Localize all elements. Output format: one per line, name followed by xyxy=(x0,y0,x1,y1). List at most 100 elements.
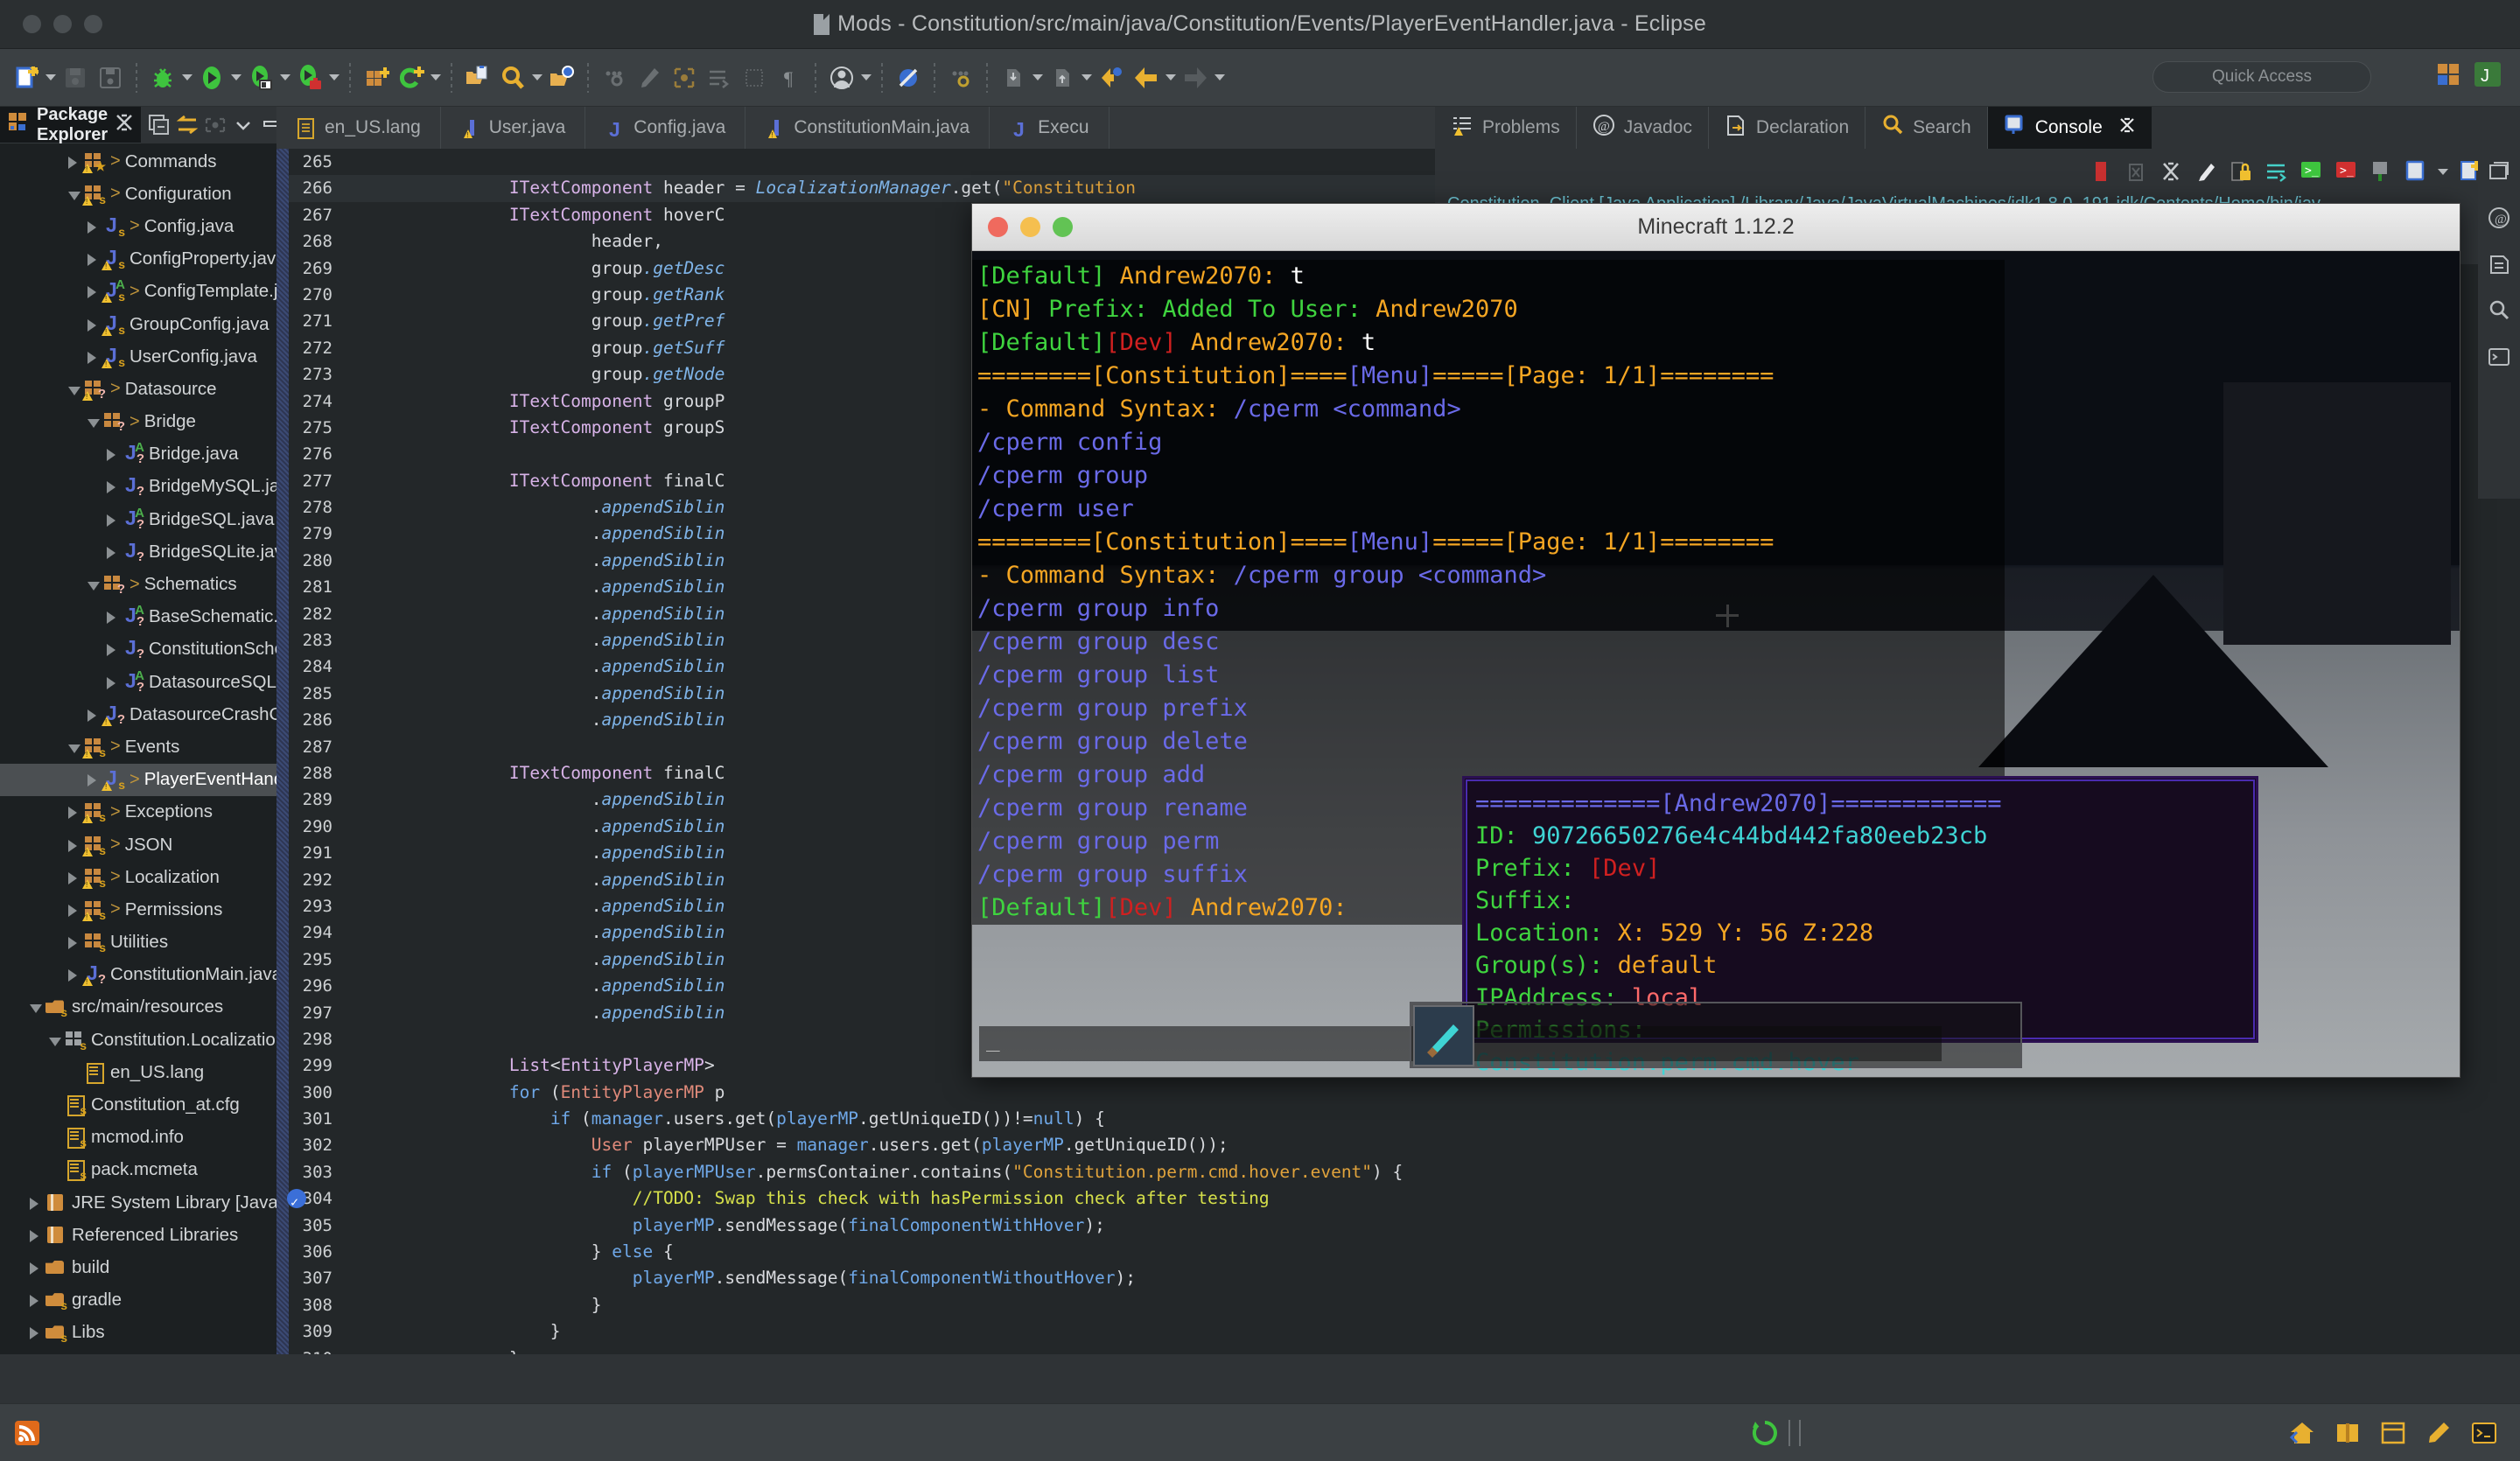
tree-row[interactable]: sUserConfig.java xyxy=(0,340,276,373)
tree-row-selected[interactable]: s>PlayerEventHandler.java xyxy=(0,764,276,796)
last-edit-location-button[interactable] xyxy=(597,59,632,96)
open-book-icon[interactable] xyxy=(2333,1418,2362,1448)
new-file-dropdown[interactable] xyxy=(44,59,58,96)
tree-twisty-r-icon[interactable] xyxy=(107,481,117,492)
tree-row[interactable]: As>ConfigTemplate.java xyxy=(0,276,276,308)
tree-row[interactable]: s>Configuration xyxy=(0,178,276,210)
editor-tab-execu[interactable]: JExecu xyxy=(990,107,1109,149)
code-line[interactable]: 303 if (playerMPUser.permsContainer.cont… xyxy=(289,1159,2520,1185)
view-tab-declaration[interactable]: Declaration xyxy=(1709,107,1866,149)
tree-twisty-r-icon[interactable] xyxy=(68,969,79,980)
console-toolbar[interactable]: >_ >_ xyxy=(1435,149,2520,194)
tree-row[interactable]: sConfigProperty.java xyxy=(0,243,276,276)
view-tab-bar[interactable]: Problems@JavadocDeclarationSearchConsole xyxy=(1435,107,2520,149)
tree-row[interactable]: sConstitution_at.cfg xyxy=(0,1088,276,1121)
tree-twisty-r-icon[interactable] xyxy=(30,1230,40,1241)
tree-row[interactable]: s>Config.java xyxy=(0,210,276,242)
run-button[interactable] xyxy=(194,59,229,96)
remove-all-icon[interactable] xyxy=(2156,157,2186,186)
view-tab-problems[interactable]: Problems xyxy=(1435,107,1577,149)
package-explorer-panel[interactable]: Package Explorer xyxy=(0,107,276,1354)
tree-row[interactable]: ?DatasourceCrashCallable.java xyxy=(0,698,276,730)
user-icon[interactable] xyxy=(824,59,859,96)
editor-tab-user-java[interactable]: !User.java xyxy=(441,107,586,149)
restore-view-icon[interactable] xyxy=(2487,159,2511,188)
run-dropdown[interactable] xyxy=(229,59,243,96)
tree-row[interactable]: A?BaseSchematic.java xyxy=(0,601,276,633)
run-external-dropdown[interactable] xyxy=(278,59,292,96)
tree-row[interactable]: ?BridgeMySQL.java xyxy=(0,471,276,503)
tree-row[interactable]: A?DatasourceSQL.java xyxy=(0,666,276,698)
tree-twisty-r-icon[interactable] xyxy=(107,514,117,525)
search-dropdown[interactable] xyxy=(530,59,544,96)
tree-row[interactable]: ?ConstitutionMain.java xyxy=(0,959,276,991)
open-task-button[interactable] xyxy=(544,59,579,96)
pencil-icon[interactable] xyxy=(632,59,667,96)
tree-twisty-d-icon[interactable] xyxy=(49,1035,60,1045)
eclipse-toolbar[interactable]: ¶ Quick A xyxy=(0,49,2520,107)
debug-button[interactable] xyxy=(145,59,180,96)
tree-twisty-none-icon[interactable] xyxy=(49,1164,60,1175)
status-bar[interactable] xyxy=(0,1403,2520,1461)
prev-annotation-dropdown[interactable] xyxy=(1080,59,1094,96)
code-line[interactable]: 304 //TODO: Swap this check with hasPerm… xyxy=(289,1185,2520,1212)
tree-twisty-r-icon[interactable] xyxy=(107,644,117,654)
tree-twisty-r-icon[interactable] xyxy=(30,1295,40,1305)
tree-twisty-d-icon[interactable] xyxy=(68,189,79,199)
search-button[interactable] xyxy=(495,59,530,96)
java-perspective-button[interactable]: J xyxy=(2473,59,2502,89)
user-dropdown[interactable] xyxy=(859,59,873,96)
tree-twisty-r-icon[interactable] xyxy=(88,221,98,232)
tree-row[interactable]: s>Events xyxy=(0,730,276,763)
tree-twisty-r-icon[interactable] xyxy=(68,840,79,850)
new-java-class-dropdown[interactable] xyxy=(429,59,443,96)
tree-row[interactable]: Referenced Libraries xyxy=(0,1219,276,1251)
new-console-view-icon[interactable] xyxy=(2401,157,2431,186)
tree-row[interactable]: sGroupConfig.java xyxy=(0,308,276,340)
clear-console-icon[interactable] xyxy=(2191,157,2221,186)
forward-button[interactable] xyxy=(1178,59,1213,96)
close-view-icon[interactable] xyxy=(2118,116,2136,139)
tree-row[interactable]: s>Permissions xyxy=(0,893,276,926)
tree-twisty-r-icon[interactable] xyxy=(30,1327,40,1338)
tree-twisty-r-icon[interactable] xyxy=(88,774,98,785)
display-selected-console-icon[interactable]: >_ xyxy=(2296,157,2326,186)
tree-row[interactable]: ssrc/main/resources xyxy=(0,991,276,1024)
task-list-icon[interactable] xyxy=(2487,252,2511,281)
editor-tab-config-java[interactable]: JConfig.java xyxy=(585,107,746,149)
toggle-word-wrap-button[interactable] xyxy=(737,59,772,96)
tree-twisty-r-icon[interactable] xyxy=(88,286,98,297)
package-explorer-tree[interactable]: ★>Commandss>Configurations>Config.javasC… xyxy=(0,143,276,1354)
tree-row[interactable]: spack.mcmeta xyxy=(0,1154,276,1186)
tree-row[interactable]: s>Localization xyxy=(0,861,276,893)
new-console-dropdown[interactable] xyxy=(2436,153,2450,190)
edit-pencil-icon[interactable] xyxy=(2424,1418,2454,1448)
code-line[interactable]: 305 playerMP.sendMessage(finalComponentW… xyxy=(289,1213,2520,1239)
focus-icon[interactable] xyxy=(202,112,228,138)
code-line[interactable]: 301 if (manager.users.get(playerMP.getUn… xyxy=(289,1106,2520,1132)
tree-row[interactable]: ?>Bridge xyxy=(0,406,276,438)
tree-twisty-d-icon[interactable] xyxy=(88,579,98,590)
tree-row[interactable]: ?BridgeSQLite.java xyxy=(0,535,276,568)
quick-access-input[interactable]: Quick Access xyxy=(2152,61,2371,93)
outline-view-icon[interactable]: @ xyxy=(2487,206,2511,234)
hotbar[interactable] xyxy=(1410,1002,2022,1068)
editor-tab-en-us-lang[interactable]: en_US.lang xyxy=(276,107,441,149)
show-whitespace-button[interactable]: ¶ xyxy=(772,59,807,96)
hotbar-slot-item[interactable] xyxy=(1413,1005,1474,1066)
tree-row[interactable]: ?>Datasource xyxy=(0,373,276,405)
console-view-icon[interactable] xyxy=(2487,345,2511,374)
tree-twisty-none-icon[interactable] xyxy=(49,1100,60,1110)
open-perspective-button[interactable] xyxy=(2434,59,2464,89)
tree-row[interactable]: s>JSON xyxy=(0,828,276,861)
save-button[interactable] xyxy=(58,59,93,96)
right-icon-strip[interactable]: @ xyxy=(2478,149,2520,499)
console-error-stream-icon[interactable]: >_ xyxy=(2331,157,2361,186)
open-home-icon[interactable] xyxy=(2287,1418,2317,1448)
pin-console-icon[interactable] xyxy=(2366,157,2396,186)
view-tab-console[interactable]: Console xyxy=(1988,107,2152,149)
new-java-class-button[interactable] xyxy=(394,59,429,96)
tree-row[interactable]: run xyxy=(0,1349,276,1354)
view-tab-javadoc[interactable]: @Javadoc xyxy=(1577,107,1709,149)
tree-twisty-r-icon[interactable] xyxy=(88,254,98,264)
